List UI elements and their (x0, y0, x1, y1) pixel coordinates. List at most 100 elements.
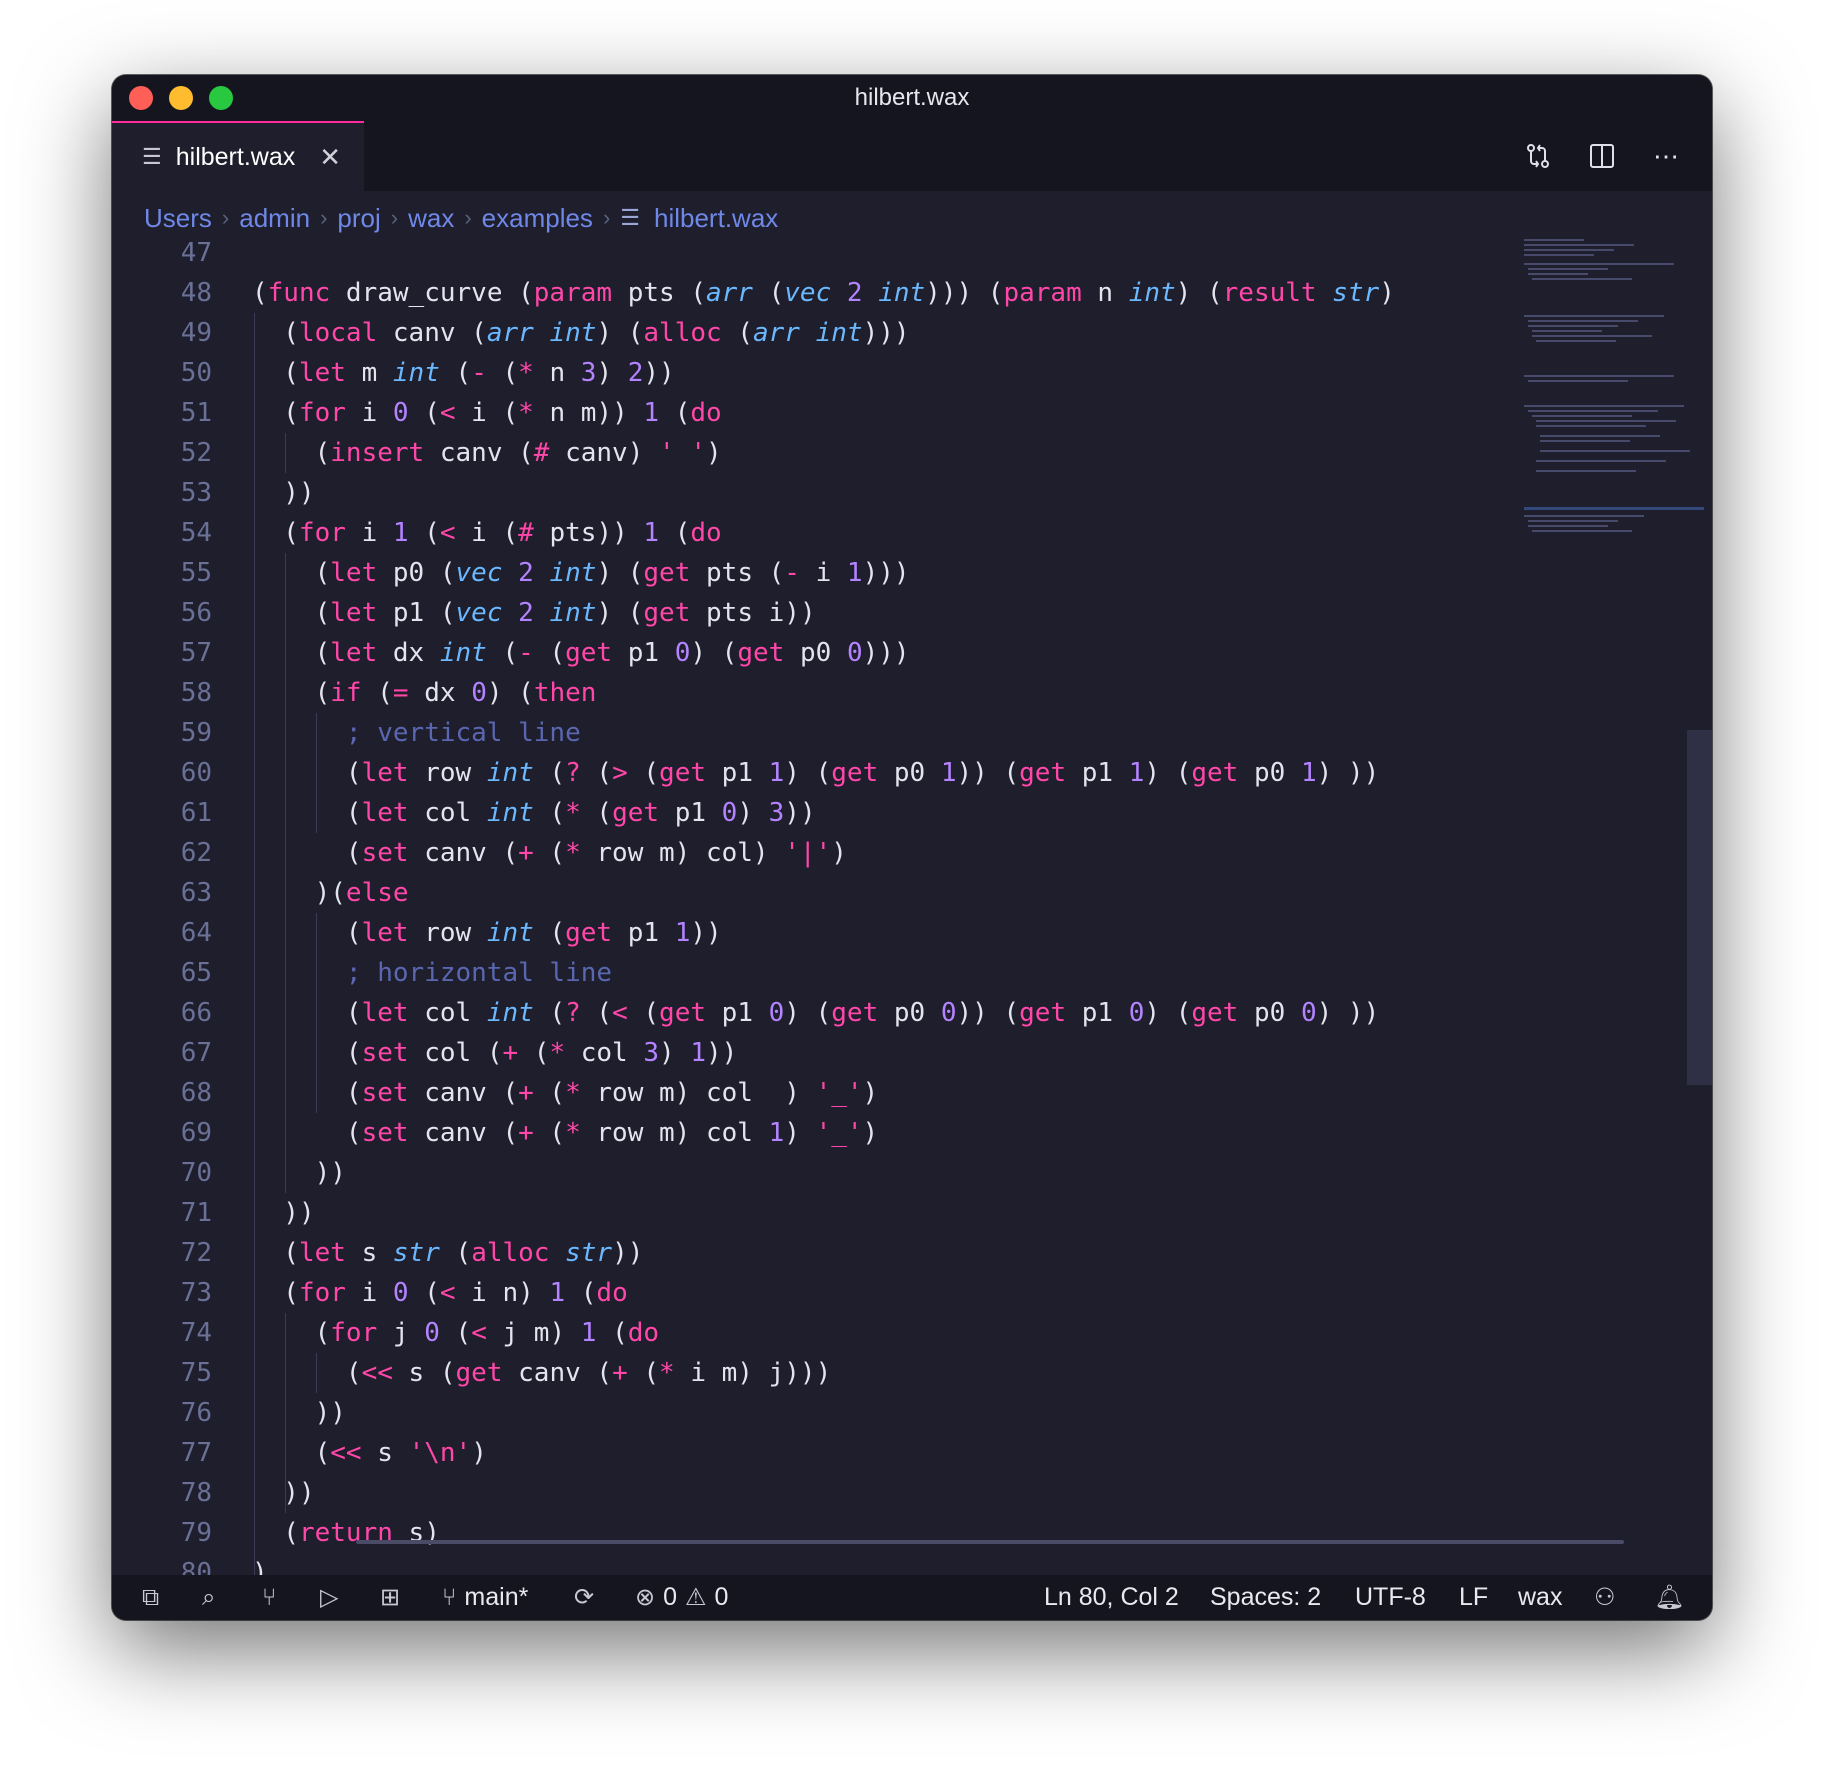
line-number: 57 (180, 638, 212, 668)
breadcrumb-users[interactable]: Users (144, 203, 212, 234)
breadcrumb-examples[interactable]: examples (482, 203, 593, 234)
cursor-position[interactable]: Ln 80, Col 2 (1044, 1575, 1179, 1620)
code-line[interactable]: 49 (local canv (arr int) (alloc (arr int… (112, 313, 910, 353)
cursor-position-label: Ln 80, Col 2 (1044, 1583, 1179, 1611)
line-text: (set canv (+ (* row m) col 1) '_') (252, 1118, 879, 1148)
editor-window: hilbert.wax ☰ hilbert.wax ✕ ⋯ Users › ad… (112, 75, 1712, 1620)
code-line[interactable]: 67 (set col (+ (* col 3) 1)) (112, 1033, 738, 1073)
code-line[interactable]: 77 (<< s '\n') (112, 1433, 487, 1473)
line-number: 48 (180, 278, 212, 308)
indent-guide (285, 433, 287, 473)
encoding-label: UTF-8 (1355, 1583, 1426, 1611)
code-line[interactable]: 69 (set canv (+ (* row m) col 1) '_') (112, 1113, 879, 1153)
extensions-icon[interactable]: ⊞ (380, 1575, 400, 1620)
line-number: 65 (180, 958, 212, 988)
code-line[interactable]: 54 (for i 1 (< i (# pts)) 1 (do (112, 513, 722, 553)
code-line[interactable]: 76 )) (112, 1393, 346, 1433)
line-text: ; vertical line (345, 718, 581, 748)
breadcrumb-file[interactable]: hilbert.wax (654, 203, 778, 234)
error-icon: ⊗ (635, 1584, 656, 1611)
chevron-right-icon: › (464, 205, 472, 230)
code-line[interactable]: 71 )) (112, 1193, 315, 1233)
breadcrumb-admin[interactable]: admin (239, 203, 310, 234)
breadcrumb-wax[interactable]: wax (408, 203, 454, 234)
warning-icon: ⚠ (685, 1584, 707, 1611)
language-mode[interactable]: wax (1518, 1575, 1562, 1620)
code-line[interactable]: 68 (set canv (+ (* row m) col ) '_') (112, 1073, 879, 1113)
branch-indicator[interactable]: ⑂ main* (442, 1575, 528, 1620)
split-editor-icon[interactable] (1584, 138, 1620, 174)
code-line[interactable]: 61 (let col int (* (get p1 0) 3)) (112, 793, 816, 833)
code-line[interactable]: 56 (let p1 (vec 2 int) (get pts i)) (112, 593, 816, 633)
code-line[interactable]: 72 (let s str (alloc str)) (112, 1233, 644, 1273)
line-text: (set col (+ (* col 3) 1)) (252, 1038, 738, 1068)
code-editor[interactable]: 47 48 (func draw_curve (param pts (arr (ve… (112, 235, 1512, 1620)
line-text: (for i 0 (< i n) 1 (do (252, 1278, 628, 1308)
line-text: (for i 0 (< i (* n m)) 1 (do (252, 398, 722, 428)
line-text: (set canv (+ (* row m) col) '|') (252, 838, 847, 868)
code-line[interactable]: 53 )) (112, 473, 315, 513)
code-line[interactable]: 74 (for j 0 (< j m) 1 (do (112, 1313, 659, 1353)
code-line[interactable]: 59 ; vertical line (112, 713, 581, 753)
minimize-window-button[interactable] (169, 86, 193, 110)
minimap[interactable] (1512, 235, 1712, 1585)
line-text: )) (252, 1398, 346, 1428)
source-control-icon[interactable]: ⑂ (262, 1575, 276, 1620)
search-icon[interactable]: ⌕ (202, 1575, 215, 1620)
line-number: 63 (180, 878, 212, 908)
code-line[interactable]: 63 )(else (112, 873, 409, 913)
tab-bar: ☰ hilbert.wax ✕ ⋯ (112, 121, 1712, 191)
line-number: 56 (180, 598, 212, 628)
code-line[interactable]: 48 (func draw_curve (param pts (arr (vec … (112, 273, 1395, 313)
run-debug-icon[interactable]: ▷ (320, 1575, 338, 1620)
code-line[interactable]: 52 (insert canv (# canv) ' ') (112, 433, 722, 473)
status-bar: ⧉ ⌕ ⑂ ▷ ⊞ ⑂ main* ⟳ ⊗ 0 ⚠ 0 Ln 80, Col 2… (112, 1575, 1712, 1620)
problems-indicator[interactable]: ⊗ 0 ⚠ 0 (635, 1575, 728, 1620)
window-title: hilbert.wax (854, 84, 970, 111)
code-line[interactable]: 75 (<< s (get canv (+ (* i m) j))) (112, 1353, 832, 1393)
code-line[interactable]: 73 (for i 0 (< i n) 1 (do (112, 1273, 628, 1313)
close-window-button[interactable] (129, 86, 153, 110)
code-line[interactable]: 62 (set canv (+ (* row m) col) '|') (112, 833, 847, 873)
more-icon[interactable]: ⋯ (1648, 138, 1684, 174)
branch-label: main* (464, 1583, 529, 1611)
line-text: (let row int (get p1 1)) (252, 918, 722, 948)
code-line[interactable]: 65 ; horizontal line (112, 953, 612, 993)
code-line[interactable]: 51 (for i 0 (< i (* n m)) 1 (do (112, 393, 722, 433)
line-text: (let row int (? (> (get p1 1) (get p0 1)… (252, 758, 1380, 788)
bell-icon[interactable]: 🔔︎ (1654, 1575, 1684, 1620)
code-line[interactable]: 47 (112, 235, 252, 273)
code-line[interactable]: 55 (let p0 (vec 2 int) (get pts (- i 1))… (112, 553, 910, 593)
indent-guide (254, 313, 255, 1593)
code-line[interactable]: 79 (return s) (112, 1513, 440, 1553)
breadcrumb-proj[interactable]: proj (337, 203, 380, 234)
line-text: ; horizontal line (345, 958, 613, 988)
git-compare-icon[interactable] (1520, 138, 1556, 174)
close-icon[interactable]: ✕ (319, 142, 341, 173)
eol-label: LF (1459, 1583, 1489, 1611)
encoding[interactable]: UTF-8 (1355, 1575, 1426, 1620)
indentation[interactable]: Spaces: 2 (1210, 1575, 1321, 1620)
line-number: 67 (180, 1038, 212, 1068)
zoom-window-button[interactable] (209, 86, 233, 110)
code-line[interactable]: 64 (let row int (get p1 1)) (112, 913, 722, 953)
feedback-icon[interactable]: ⚇ (1594, 1575, 1616, 1620)
code-line[interactable]: 66 (let col int (? (< (get p1 0) (get p0… (112, 993, 1380, 1033)
line-text: (for j 0 (< j m) 1 (do (252, 1318, 660, 1348)
code-line[interactable]: 60 (let row int (? (> (get p1 1) (get p0… (112, 753, 1380, 793)
line-text: )) (252, 1478, 315, 1508)
code-line[interactable]: 50 (let m int (- (* n 3) 2)) (112, 353, 675, 393)
files-icon[interactable]: ⧉ (142, 1575, 159, 1620)
end-of-line[interactable]: LF (1459, 1575, 1488, 1620)
vertical-scrollbar-thumb[interactable] (1687, 730, 1712, 1085)
horizontal-scrollbar[interactable] (356, 1540, 1624, 1544)
line-text: )) (252, 1158, 346, 1188)
tab-hilbert-wax[interactable]: ☰ hilbert.wax ✕ (112, 121, 364, 191)
chevron-right-icon: › (602, 205, 611, 230)
code-line[interactable]: 58 (if (= dx 0) (then (112, 673, 597, 713)
sync-icon[interactable]: ⟳ (574, 1575, 594, 1620)
line-text: )) (252, 1198, 315, 1228)
line-text: (let dx int (- (get p1 0) (get p0 0))) (252, 638, 910, 668)
code-line[interactable]: 70 )) (112, 1153, 346, 1193)
code-line[interactable]: 57 (let dx int (- (get p1 0) (get p0 0))… (112, 633, 910, 673)
